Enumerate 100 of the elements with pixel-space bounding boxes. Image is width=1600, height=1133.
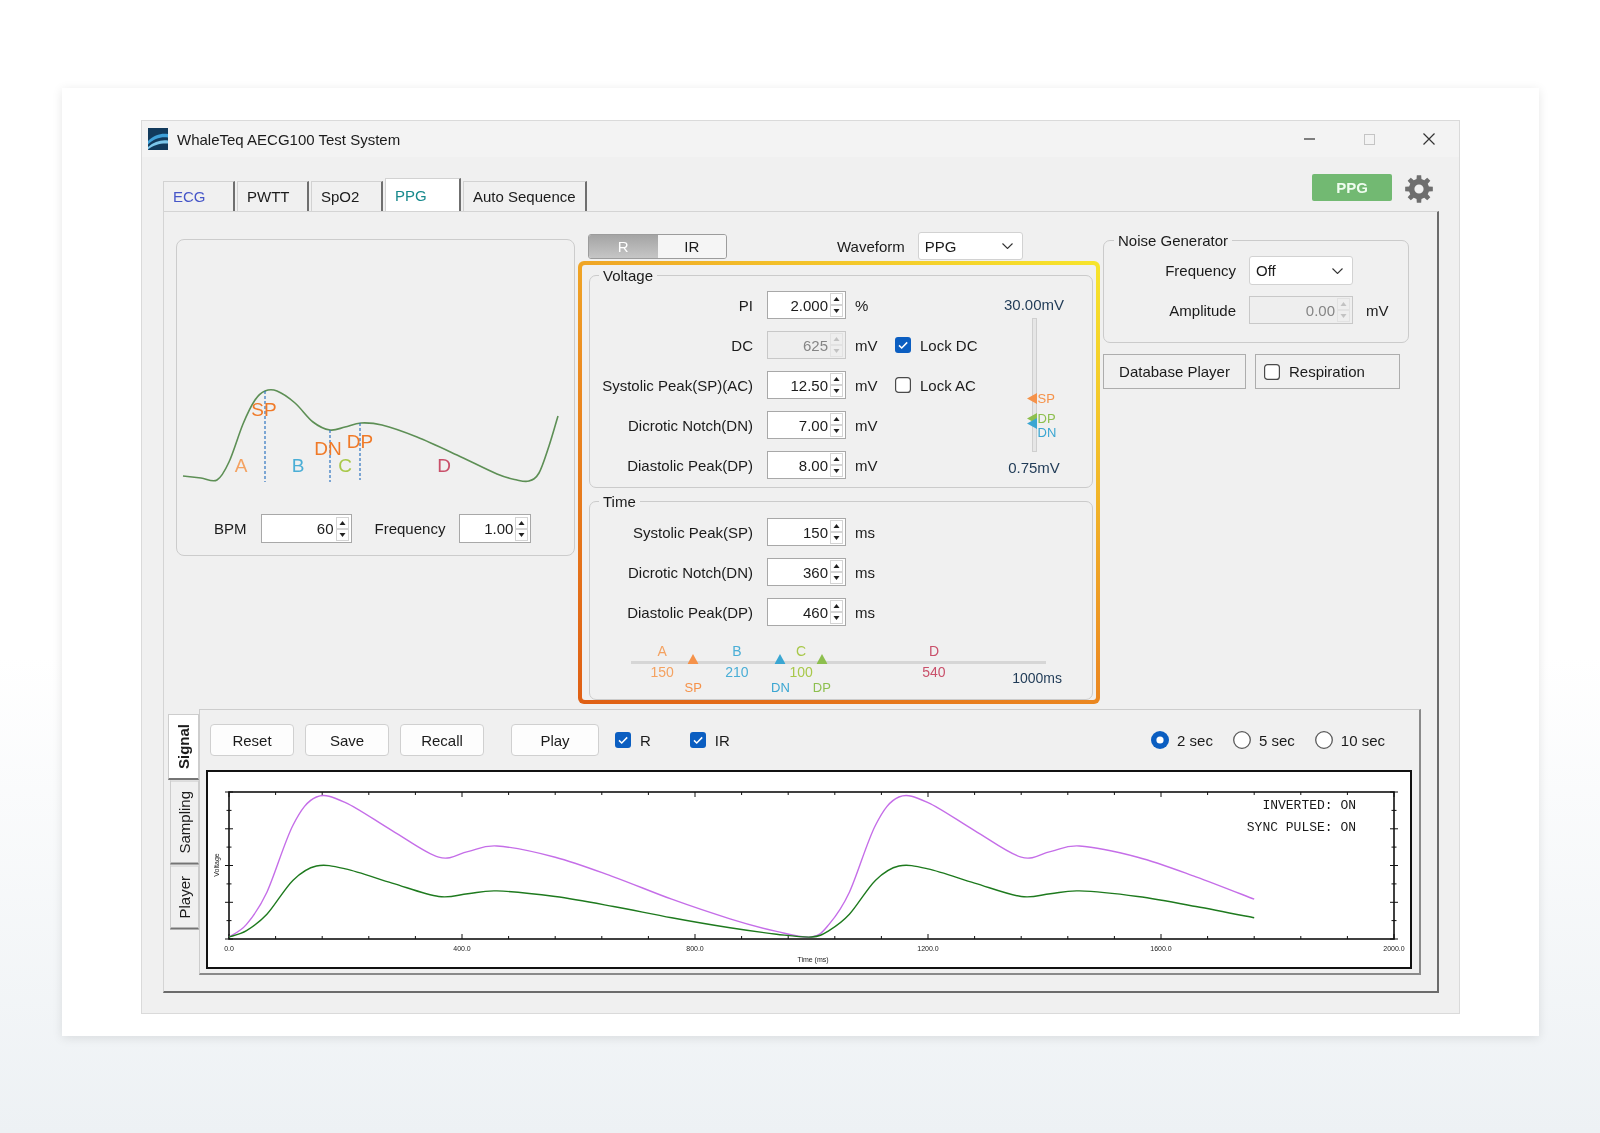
- number-field[interactable]: 150: [767, 518, 846, 546]
- stepper-arrows-icon[interactable]: [830, 600, 843, 624]
- segment-label: C: [796, 643, 807, 659]
- unit-label: mV: [855, 416, 879, 434]
- radio-button[interactable]: [1151, 731, 1170, 749]
- marker-label: SP: [1037, 391, 1055, 405]
- stepper-arrows-icon[interactable]: [830, 373, 843, 397]
- unit-label: %: [855, 296, 870, 314]
- window-title: WhaleTeq AECG100 Test System: [177, 130, 401, 148]
- checkbox[interactable]: [1264, 363, 1280, 380]
- tab[interactable]: PPG: [385, 178, 461, 211]
- respiration-option[interactable]: Respiration: [1255, 354, 1400, 389]
- toolbar-button[interactable]: Recall: [400, 724, 484, 756]
- radio-label: 5 sec: [1258, 731, 1295, 749]
- number-field[interactable]: 2.000: [767, 291, 846, 319]
- radio-button[interactable]: [1232, 731, 1251, 749]
- radio-label: 2 sec: [1177, 731, 1213, 749]
- triangle-marker-icon[interactable]: [774, 654, 786, 664]
- field-label: Diastolic Peak(DP): [626, 603, 753, 621]
- scale-min-label: 0.75mV: [1008, 459, 1060, 476]
- number-field[interactable]: 360: [767, 558, 846, 586]
- group-title: Noise Generator: [1117, 232, 1230, 249]
- marker-label: DN: [1037, 425, 1057, 439]
- marker-label: DP: [1037, 411, 1056, 425]
- number-field[interactable]: 8.00: [767, 451, 846, 479]
- unit-label: mV: [855, 456, 879, 474]
- toolbar-button[interactable]: Reset: [210, 724, 294, 756]
- unit-label: mV: [855, 376, 879, 394]
- triangle-marker-icon[interactable]: [1026, 417, 1037, 429]
- field-label: Systolic Peak(SP)(AC): [601, 376, 753, 394]
- stepper-arrows-icon[interactable]: [830, 453, 843, 477]
- chevron-down-icon: [1332, 267, 1343, 274]
- triangle-marker-icon[interactable]: [687, 654, 699, 664]
- mode-indicator: PPG: [1312, 174, 1392, 201]
- tab[interactable]: SpO2: [311, 181, 383, 211]
- number-field[interactable]: 460: [767, 598, 846, 626]
- field-label: Systolic Peak(SP): [631, 523, 753, 541]
- segment-value: 540: [922, 664, 946, 680]
- stepper-arrows-icon[interactable]: [515, 516, 529, 541]
- field-label: PI: [737, 296, 753, 314]
- number-field[interactable]: 12.50: [767, 371, 846, 399]
- marker-label: SP: [684, 680, 702, 696]
- close-icon[interactable]: [1423, 133, 1435, 145]
- toolbar-button[interactable]: Save: [305, 724, 389, 756]
- unit-label: ms: [855, 563, 876, 581]
- triangle-marker-icon[interactable]: [816, 654, 828, 664]
- tab[interactable]: ECG: [163, 181, 235, 211]
- stepper-arrows-icon[interactable]: [830, 293, 843, 317]
- field-label: Dicrotic Notch(DN): [627, 563, 753, 581]
- unit-label: ms: [855, 603, 876, 621]
- checkbox-label: Lock DC: [920, 336, 978, 354]
- field-label: Dicrotic Notch(DN): [627, 416, 753, 434]
- side-tab[interactable]: Signal: [168, 714, 199, 780]
- tab[interactable]: PWTT: [237, 181, 309, 211]
- diagram-label: A: [234, 455, 248, 476]
- segment-option[interactable]: IR: [657, 234, 726, 258]
- unit-label: ms: [855, 523, 876, 541]
- number-field[interactable]: 1.00: [459, 514, 532, 543]
- side-tab[interactable]: Sampling: [170, 781, 199, 865]
- stepper-arrows-icon[interactable]: [830, 560, 843, 584]
- scale-max-label: 30.00mV: [1003, 296, 1064, 313]
- settings-icon[interactable]: [1405, 175, 1433, 203]
- checkbox[interactable]: [689, 732, 706, 748]
- tab[interactable]: Auto Sequence: [463, 181, 587, 211]
- marker-label: DP: [812, 680, 831, 696]
- dropdown[interactable]: PPG: [917, 232, 1023, 260]
- marker-label: DN: [771, 680, 790, 696]
- segment-value: 210: [725, 664, 749, 680]
- stepper-arrows-icon[interactable]: [830, 520, 843, 544]
- diagram-label: D: [437, 455, 451, 476]
- field-label: Frequency: [374, 520, 446, 537]
- diagram-label: SP: [251, 399, 277, 420]
- field-label: DC: [730, 336, 753, 354]
- stepper-arrows-icon[interactable]: [335, 516, 349, 541]
- database-player-button[interactable]: Database Player: [1103, 354, 1246, 389]
- chevron-down-icon: [1001, 243, 1013, 249]
- segment-value: 150: [650, 664, 674, 680]
- timeline-end-label: 1000ms: [1012, 670, 1062, 686]
- number-field[interactable]: 60: [260, 514, 352, 543]
- segment-value: 100: [789, 664, 813, 680]
- field-label: Diastolic Peak(DP): [626, 456, 753, 474]
- toolbar-button[interactable]: Play: [511, 724, 599, 756]
- app-logo-icon: [148, 128, 168, 150]
- minimize-icon[interactable]: [1303, 138, 1315, 140]
- checkbox-label: R: [640, 731, 651, 749]
- checkbox-label: Lock AC: [920, 376, 976, 394]
- checkbox[interactable]: [895, 377, 911, 393]
- side-tab[interactable]: Player: [170, 865, 199, 930]
- number-field[interactable]: 7.00: [767, 411, 846, 439]
- radio-label: 10 sec: [1340, 731, 1385, 749]
- group-title: Voltage: [602, 267, 655, 284]
- unit-label: mV: [1366, 301, 1389, 319]
- unit-label: mV: [855, 336, 879, 354]
- dropdown[interactable]: Off: [1249, 256, 1353, 285]
- triangle-marker-icon[interactable]: [1026, 392, 1037, 404]
- radio-button[interactable]: [1314, 731, 1333, 749]
- segment-label: D: [928, 643, 939, 659]
- checkbox[interactable]: [615, 732, 631, 748]
- stepper-arrows-icon[interactable]: [830, 413, 843, 437]
- diagram-label: DP: [346, 431, 374, 452]
